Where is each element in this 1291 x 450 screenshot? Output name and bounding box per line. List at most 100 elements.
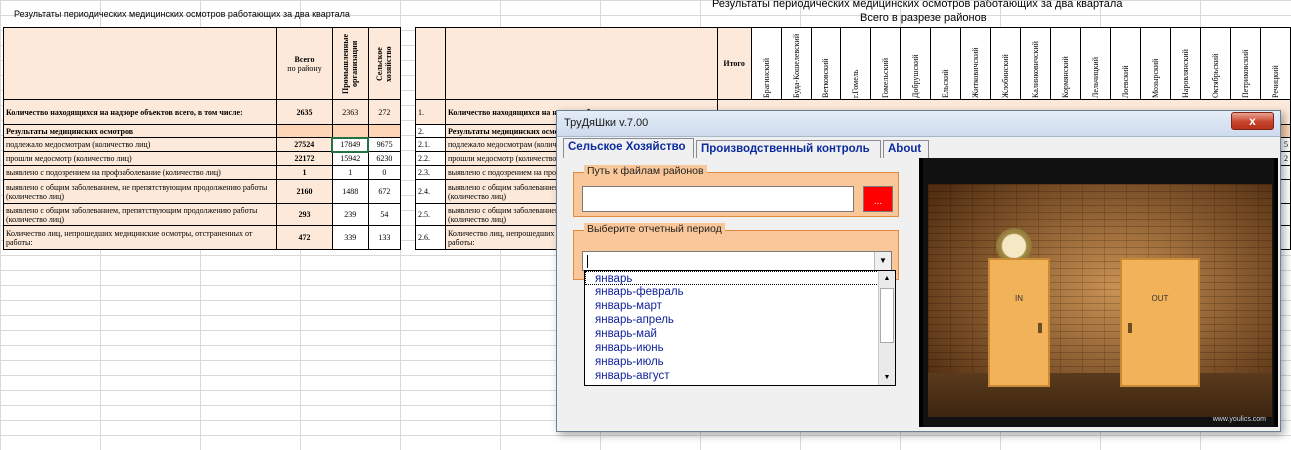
trudyashki-dialog: ТруДяШки v.7.00 x Сельское Хозяйство Про… xyxy=(556,110,1281,432)
district-header[interactable]: Добрушский xyxy=(911,30,920,98)
row-c1[interactable]: 1 xyxy=(331,165,369,180)
header-total-sub: по району xyxy=(287,63,322,73)
row-c2[interactable]: 272 xyxy=(367,99,402,125)
row-total[interactable]: 2160 xyxy=(276,179,333,204)
row-total[interactable]: 472 xyxy=(276,225,333,250)
floor xyxy=(928,373,1272,417)
left-sheet-title: Результаты периодических медицинских осм… xyxy=(14,9,350,19)
row-c1[interactable]: 239 xyxy=(331,203,369,226)
doors-picture: IN OUT www.youlics.com xyxy=(923,158,1274,427)
scrollbar-thumb[interactable] xyxy=(880,288,894,343)
row-label[interactable]: прошли медосмотр (количество лиц) xyxy=(2,151,278,166)
list-item[interactable]: январь-июль xyxy=(585,355,895,369)
district-header[interactable]: Лельчицкий xyxy=(1091,30,1100,98)
district-header[interactable]: Октябрьский xyxy=(1211,30,1220,97)
district-header[interactable]: Жлобинский xyxy=(1001,30,1010,98)
row-c1[interactable] xyxy=(331,124,369,138)
tab-production-control[interactable]: Производственный контроль xyxy=(696,140,881,159)
row-total[interactable] xyxy=(276,124,333,138)
row-c2[interactable]: 6230 xyxy=(367,151,402,166)
district-header[interactable]: Брагинский xyxy=(762,30,771,98)
hdr-itogo[interactable]: Итого xyxy=(716,27,752,100)
picture-credit: www.youlics.com xyxy=(1212,416,1266,423)
district-header[interactable]: Наровлянский xyxy=(1181,30,1190,98)
chevron-up-icon[interactable]: ▲ xyxy=(879,271,895,286)
path-frame: Путь к файлам районов ... xyxy=(573,165,899,217)
chevron-down-icon[interactable]: ▼ xyxy=(879,370,895,385)
door-in-label: IN xyxy=(1015,294,1023,303)
district-header[interactable]: Буда-Кошелевский xyxy=(792,30,801,97)
district-header[interactable]: Калинковичский xyxy=(1031,30,1040,98)
tab-about[interactable]: About xyxy=(883,140,929,159)
period-label: Выберите отчетный период xyxy=(584,223,725,235)
door-knob xyxy=(1038,323,1042,333)
path-input[interactable] xyxy=(582,186,854,212)
district-header[interactable]: Кормянский xyxy=(1061,30,1070,98)
row-c2[interactable]: 9675 xyxy=(367,137,402,152)
header-blank xyxy=(2,27,278,100)
row-c1-selected[interactable]: 17849 xyxy=(331,136,370,153)
district-header[interactable]: Лоевский xyxy=(1121,30,1130,98)
list-item[interactable]: январь-август xyxy=(585,369,895,383)
row-label[interactable]: Результаты медицинских осмотров xyxy=(2,124,278,138)
row-label[interactable]: выявлено с общим заболеванием, препятств… xyxy=(2,203,278,226)
row-label[interactable]: Количество лиц, непрошедших медицинские … xyxy=(2,225,278,250)
row-label[interactable]: Количество находящихся на надзоре объект… xyxy=(2,99,278,125)
row-c2[interactable]: 672 xyxy=(367,179,402,204)
door-out: OUT xyxy=(1120,258,1200,387)
row-number: 2.2. xyxy=(415,151,446,166)
row-c1[interactable]: 339 xyxy=(331,225,369,250)
row-c2[interactable]: 54 xyxy=(367,203,402,226)
row-c2[interactable] xyxy=(367,124,402,138)
row-label[interactable]: выявлено с подозрением на профзаболевани… xyxy=(2,165,278,180)
row-label[interactable]: выявлено с общим заболеванием, не препят… xyxy=(2,179,278,204)
district-header[interactable]: Ветковский xyxy=(821,30,830,98)
row-c1[interactable]: 2363 xyxy=(331,99,369,125)
row-c2[interactable]: 133 xyxy=(367,225,402,250)
period-dropdown-list[interactable]: январь январь-февраль январь-март январь… xyxy=(584,270,896,386)
district-header[interactable]: Житковичский xyxy=(971,30,980,98)
district-header[interactable]: Мозырский xyxy=(1151,30,1160,97)
header-agriculture[interactable]: Сельское хозяйство xyxy=(367,27,402,100)
row-c1[interactable]: 1488 xyxy=(331,179,369,204)
row-number: 2.5. xyxy=(415,203,446,226)
list-item[interactable]: январь-июнь xyxy=(585,341,895,355)
text-caret xyxy=(587,255,588,268)
dropdown-scrollbar[interactable]: ▲ ▼ xyxy=(878,271,895,385)
door-knob xyxy=(1128,323,1132,333)
path-label: Путь к файлам районов xyxy=(584,165,707,177)
header-industry[interactable]: Промышленные организации xyxy=(331,27,369,100)
district-header[interactable]: Ельский xyxy=(941,30,950,98)
browse-button[interactable]: ... xyxy=(863,186,893,212)
list-item[interactable]: январь-февраль xyxy=(585,285,895,299)
close-button[interactable]: x xyxy=(1231,112,1274,130)
row-label[interactable]: подлежало медосмотрам (количество лиц) xyxy=(2,137,278,152)
tab-agriculture[interactable]: Сельское Хозяйство xyxy=(563,138,694,159)
dialog-title: ТруДяШки v.7.00 xyxy=(557,111,1280,137)
row-number: 2.3. xyxy=(415,165,446,180)
row-number: 1. xyxy=(415,99,446,125)
row-total[interactable]: 2635 xyxy=(276,99,333,125)
list-item[interactable]: январь xyxy=(585,271,895,285)
row-number: 2. xyxy=(415,124,446,138)
period-combobox[interactable]: ▼ xyxy=(582,251,892,271)
list-item[interactable]: январь-май xyxy=(585,327,895,341)
door-out-label: OUT xyxy=(1151,294,1169,303)
list-item[interactable]: январь-март xyxy=(585,299,895,313)
row-c2[interactable]: 0 xyxy=(367,165,402,180)
row-total[interactable]: 27524 xyxy=(276,137,333,152)
hdr-num xyxy=(415,27,446,100)
district-header[interactable]: Речицкий xyxy=(1271,30,1280,98)
row-c1[interactable]: 15942 xyxy=(331,151,369,166)
district-header[interactable]: Гомельский xyxy=(881,30,890,97)
row-total[interactable]: 1 xyxy=(276,165,333,180)
header-total[interactable]: Всего по району xyxy=(276,27,333,100)
district-header[interactable]: г.Гомель xyxy=(851,30,860,97)
right-sheet-title: Результаты периодических медицинских осм… xyxy=(712,0,1123,10)
row-number: 2.1. xyxy=(415,137,446,152)
district-header[interactable]: Петриковский xyxy=(1241,30,1250,97)
list-item[interactable]: январь-апрель xyxy=(585,313,895,327)
row-total[interactable]: 22172 xyxy=(276,151,333,166)
chevron-down-icon[interactable]: ▼ xyxy=(874,252,891,270)
row-total[interactable]: 293 xyxy=(276,203,333,226)
